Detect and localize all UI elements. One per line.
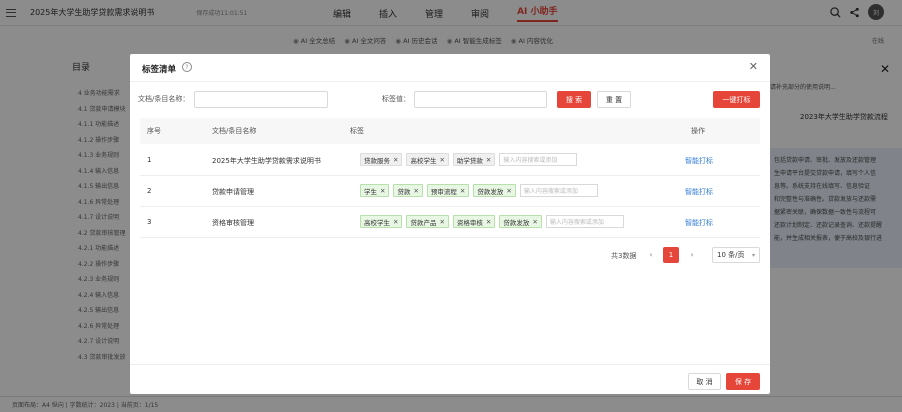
remove-tag-icon[interactable]: ✕ [380, 187, 385, 195]
row-index: 3 [147, 218, 152, 226]
col-action: 操作 [691, 127, 705, 135]
remove-tag-icon[interactable]: ✕ [532, 218, 537, 226]
dialog-footer: 取 消 保 存 [130, 364, 770, 394]
remove-tag-icon[interactable]: ✕ [393, 156, 398, 164]
remove-tag-icon[interactable]: ✕ [439, 218, 444, 226]
search-button[interactable]: 搜 索 [557, 91, 591, 108]
remove-tag-icon[interactable]: ✕ [486, 218, 491, 226]
tag-group: 高校学生 ✕ 贷款产品 ✕ 资格审核 ✕ 贷款发放 ✕ 输入内容搜索或添加 [360, 215, 624, 228]
tag-chip: 贷款产品 ✕ [406, 215, 449, 228]
tag-group: 贷款服务 ✕ 高校学生 ✕ 助学贷款 ✕ 输入内容搜索或添加 [360, 153, 578, 166]
page-size-value: 10 条/页 [717, 251, 745, 259]
table-row: 3 资格审核管理 高校学生 ✕ 贷款产品 ✕ 资格审核 ✕ 贷款发放 ✕ 输入内容搜索或… [140, 207, 760, 238]
batch-tag-button[interactable]: 一键打标 [713, 91, 760, 108]
tag-chip: 学生 ✕ [360, 184, 390, 197]
close-icon[interactable]: ✕ [749, 60, 758, 73]
tag-chip: 资格审核 ✕ [452, 215, 496, 228]
col-index: 序号 [147, 127, 161, 135]
total-count: 共3数据 [611, 252, 637, 260]
tag-filter-input[interactable] [414, 91, 547, 108]
dialog-title: 标签清单 [142, 65, 177, 75]
help-icon[interactable]: ? [182, 62, 192, 72]
col-tags: 标签 [350, 127, 364, 135]
next-page-icon[interactable]: › [685, 247, 699, 263]
tag-chip: 高校学生 ✕ [406, 153, 449, 166]
name-filter-label: 文档/条目名称： [138, 95, 190, 103]
row-name: 2025年大学生助学贷款需求说明书 [212, 157, 321, 165]
smart-tag-link[interactable]: 智能打标 [685, 218, 713, 228]
tag-filter-label: 标签值： [382, 95, 410, 103]
table-row: 2 贷款申请管理 学生 ✕ 贷款 ✕ 预审流程 ✕ 贷款发放 ✕ 输入内容搜索或添加 智… [140, 176, 760, 207]
save-button[interactable]: 保 存 [726, 373, 760, 390]
tag-chip: 贷款 ✕ [393, 184, 423, 197]
chevron-down-icon: ▾ [751, 251, 755, 259]
remove-tag-icon[interactable]: ✕ [439, 156, 444, 164]
dialog-header: 标签清单 ? ✕ [130, 54, 770, 82]
tag-group: 学生 ✕ 贷款 ✕ 预审流程 ✕ 贷款发放 ✕ 输入内容搜索或添加 [360, 184, 598, 197]
col-name: 文档/条目名称 [212, 127, 257, 135]
tag-list-dialog: 标签清单 ? ✕ 文档/条目名称： 标签值： 搜 索 重 置 一键打标 序号 文… [130, 54, 770, 394]
row-index: 2 [147, 187, 152, 195]
remove-tag-icon[interactable]: ✕ [413, 187, 418, 195]
prev-page-icon[interactable]: ‹ [644, 247, 658, 263]
reset-button[interactable]: 重 置 [597, 91, 631, 108]
tag-input[interactable]: 输入内容搜索或添加 [545, 215, 624, 228]
tag-chip: 助学贷款 ✕ [452, 153, 496, 166]
tag-chip: 贷款服务 ✕ [360, 153, 403, 166]
page-number[interactable]: 1 [663, 247, 679, 263]
tag-chip: 贷款发放 ✕ [499, 215, 542, 228]
remove-tag-icon[interactable]: ✕ [486, 156, 491, 164]
name-filter-input[interactable] [194, 91, 328, 108]
remove-tag-icon[interactable]: ✕ [460, 187, 465, 195]
page-size-select[interactable]: 10 条/页 ▾ [712, 247, 760, 263]
smart-tag-link[interactable]: 智能打标 [685, 156, 713, 166]
tag-input[interactable]: 输入内容搜索或添加 [519, 184, 598, 197]
smart-tag-link[interactable]: 智能打标 [685, 187, 713, 197]
tag-chip: 高校学生 ✕ [360, 215, 403, 228]
remove-tag-icon[interactable]: ✕ [393, 218, 398, 226]
tag-chip: 贷款发放 ✕ [473, 184, 516, 197]
remove-tag-icon[interactable]: ✕ [506, 187, 511, 195]
tag-input[interactable]: 输入内容搜索或添加 [499, 153, 578, 166]
table-header: 序号 文档/条目名称 标签 操作 [140, 118, 760, 144]
row-name: 贷款申请管理 [212, 188, 254, 196]
row-name: 资格审核管理 [212, 219, 254, 227]
table-row: 1 2025年大学生助学贷款需求说明书 贷款服务 ✕ 高校学生 ✕ 助学贷款 ✕ 输入… [140, 145, 760, 176]
cancel-button[interactable]: 取 消 [688, 373, 721, 390]
tag-chip: 预审流程 ✕ [426, 184, 470, 197]
row-index: 1 [147, 156, 152, 164]
